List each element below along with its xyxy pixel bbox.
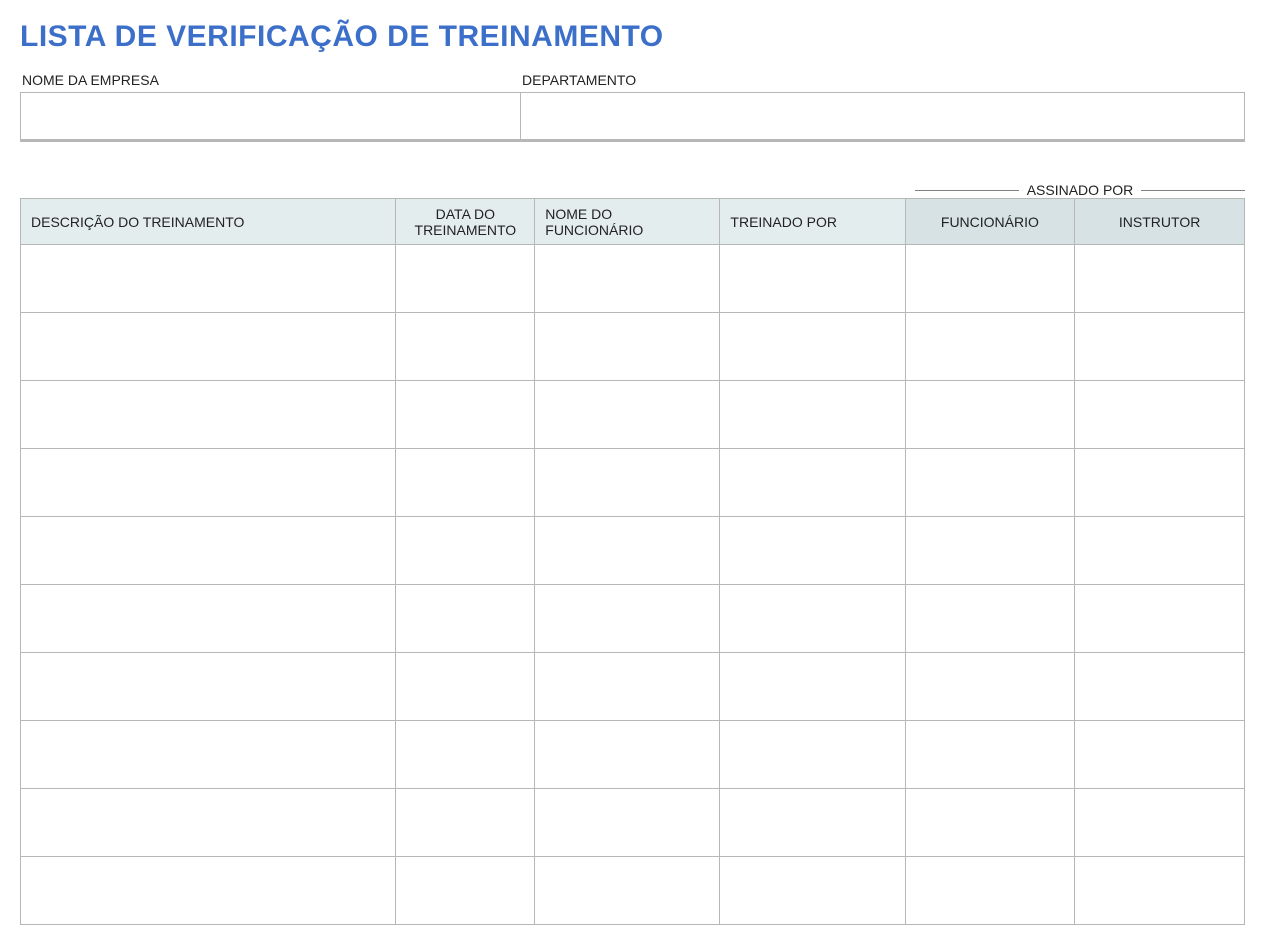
cell-date[interactable] <box>396 449 535 517</box>
signed-by-header: ASSINADO POR <box>915 182 1245 198</box>
cell-instructor-sig[interactable] <box>1075 517 1245 585</box>
cell-employee-sig[interactable] <box>905 313 1075 381</box>
cell-instructor-sig[interactable] <box>1075 381 1245 449</box>
table-row <box>21 857 1245 925</box>
cell-employee-name[interactable] <box>535 789 720 857</box>
table-row <box>21 313 1245 381</box>
cell-employee-name[interactable] <box>535 721 720 789</box>
cell-employee-name[interactable] <box>535 245 720 313</box>
cell-employee-name[interactable] <box>535 653 720 721</box>
cell-description[interactable] <box>21 381 396 449</box>
cell-trained-by[interactable] <box>720 857 905 925</box>
cell-employee-name[interactable] <box>535 449 720 517</box>
training-table: DESCRIÇÃO DO TREINAMENTO DATA DO TREINAM… <box>20 198 1245 925</box>
cell-trained-by[interactable] <box>720 517 905 585</box>
cell-employee-name[interactable] <box>535 313 720 381</box>
cell-employee-sig[interactable] <box>905 381 1075 449</box>
cell-instructor-sig[interactable] <box>1075 653 1245 721</box>
table-row <box>21 721 1245 789</box>
cell-date[interactable] <box>396 245 535 313</box>
company-input[interactable] <box>20 92 520 142</box>
cell-employee-sig[interactable] <box>905 789 1075 857</box>
signed-by-label: ASSINADO POR <box>1019 182 1142 198</box>
cell-employee-name[interactable] <box>535 857 720 925</box>
cell-trained-by[interactable] <box>720 449 905 517</box>
cell-employee-name[interactable] <box>535 585 720 653</box>
cell-date[interactable] <box>396 721 535 789</box>
column-header-instructor-sig: INSTRUTOR <box>1075 199 1245 245</box>
cell-date[interactable] <box>396 789 535 857</box>
company-field: NOME DA EMPRESA <box>20 72 520 142</box>
cell-employee-sig[interactable] <box>905 653 1075 721</box>
company-label: NOME DA EMPRESA <box>20 72 520 88</box>
cell-description[interactable] <box>21 857 396 925</box>
cell-trained-by[interactable] <box>720 789 905 857</box>
cell-employee-sig[interactable] <box>905 857 1075 925</box>
cell-description[interactable] <box>21 585 396 653</box>
column-header-description: DESCRIÇÃO DO TREINAMENTO <box>21 199 396 245</box>
cell-instructor-sig[interactable] <box>1075 857 1245 925</box>
cell-employee-name[interactable] <box>535 517 720 585</box>
cell-trained-by[interactable] <box>720 721 905 789</box>
cell-employee-sig[interactable] <box>905 449 1075 517</box>
cell-employee-sig[interactable] <box>905 245 1075 313</box>
department-input[interactable] <box>520 92 1245 142</box>
divider-line-right <box>1141 190 1245 191</box>
table-row <box>21 653 1245 721</box>
cell-instructor-sig[interactable] <box>1075 313 1245 381</box>
cell-date[interactable] <box>396 585 535 653</box>
table-row <box>21 381 1245 449</box>
cell-description[interactable] <box>21 721 396 789</box>
column-header-date: DATA DO TREINAMENTO <box>396 199 535 245</box>
signed-by-row: ASSINADO POR <box>20 182 1245 198</box>
cell-instructor-sig[interactable] <box>1075 585 1245 653</box>
table-row <box>21 449 1245 517</box>
cell-date[interactable] <box>396 857 535 925</box>
cell-description[interactable] <box>21 653 396 721</box>
table-header-row: DESCRIÇÃO DO TREINAMENTO DATA DO TREINAM… <box>21 199 1245 245</box>
department-field: DEPARTAMENTO <box>520 72 1245 142</box>
cell-description[interactable] <box>21 313 396 381</box>
cell-instructor-sig[interactable] <box>1075 245 1245 313</box>
cell-instructor-sig[interactable] <box>1075 721 1245 789</box>
column-header-trained-by: TREINADO POR <box>720 199 905 245</box>
cell-trained-by[interactable] <box>720 585 905 653</box>
cell-employee-sig[interactable] <box>905 585 1075 653</box>
cell-date[interactable] <box>396 517 535 585</box>
table-row <box>21 245 1245 313</box>
cell-description[interactable] <box>21 449 396 517</box>
table-row <box>21 789 1245 857</box>
cell-trained-by[interactable] <box>720 313 905 381</box>
cell-date[interactable] <box>396 313 535 381</box>
cell-instructor-sig[interactable] <box>1075 789 1245 857</box>
table-row <box>21 517 1245 585</box>
header-fields: NOME DA EMPRESA DEPARTAMENTO <box>20 72 1245 142</box>
divider-line-left <box>915 190 1019 191</box>
page-title: LISTA DE VERIFICAÇÃO DE TREINAMENTO <box>20 20 1245 54</box>
cell-description[interactable] <box>21 245 396 313</box>
cell-employee-sig[interactable] <box>905 517 1075 585</box>
cell-trained-by[interactable] <box>720 653 905 721</box>
cell-instructor-sig[interactable] <box>1075 449 1245 517</box>
table-row <box>21 585 1245 653</box>
cell-description[interactable] <box>21 789 396 857</box>
cell-trained-by[interactable] <box>720 245 905 313</box>
column-header-employee-name: NOME DO FUNCIONÁRIO <box>535 199 720 245</box>
cell-description[interactable] <box>21 517 396 585</box>
column-header-employee-sig: FUNCIONÁRIO <box>905 199 1075 245</box>
cell-date[interactable] <box>396 653 535 721</box>
cell-trained-by[interactable] <box>720 381 905 449</box>
cell-date[interactable] <box>396 381 535 449</box>
cell-employee-sig[interactable] <box>905 721 1075 789</box>
department-label: DEPARTAMENTO <box>520 72 1245 88</box>
cell-employee-name[interactable] <box>535 381 720 449</box>
